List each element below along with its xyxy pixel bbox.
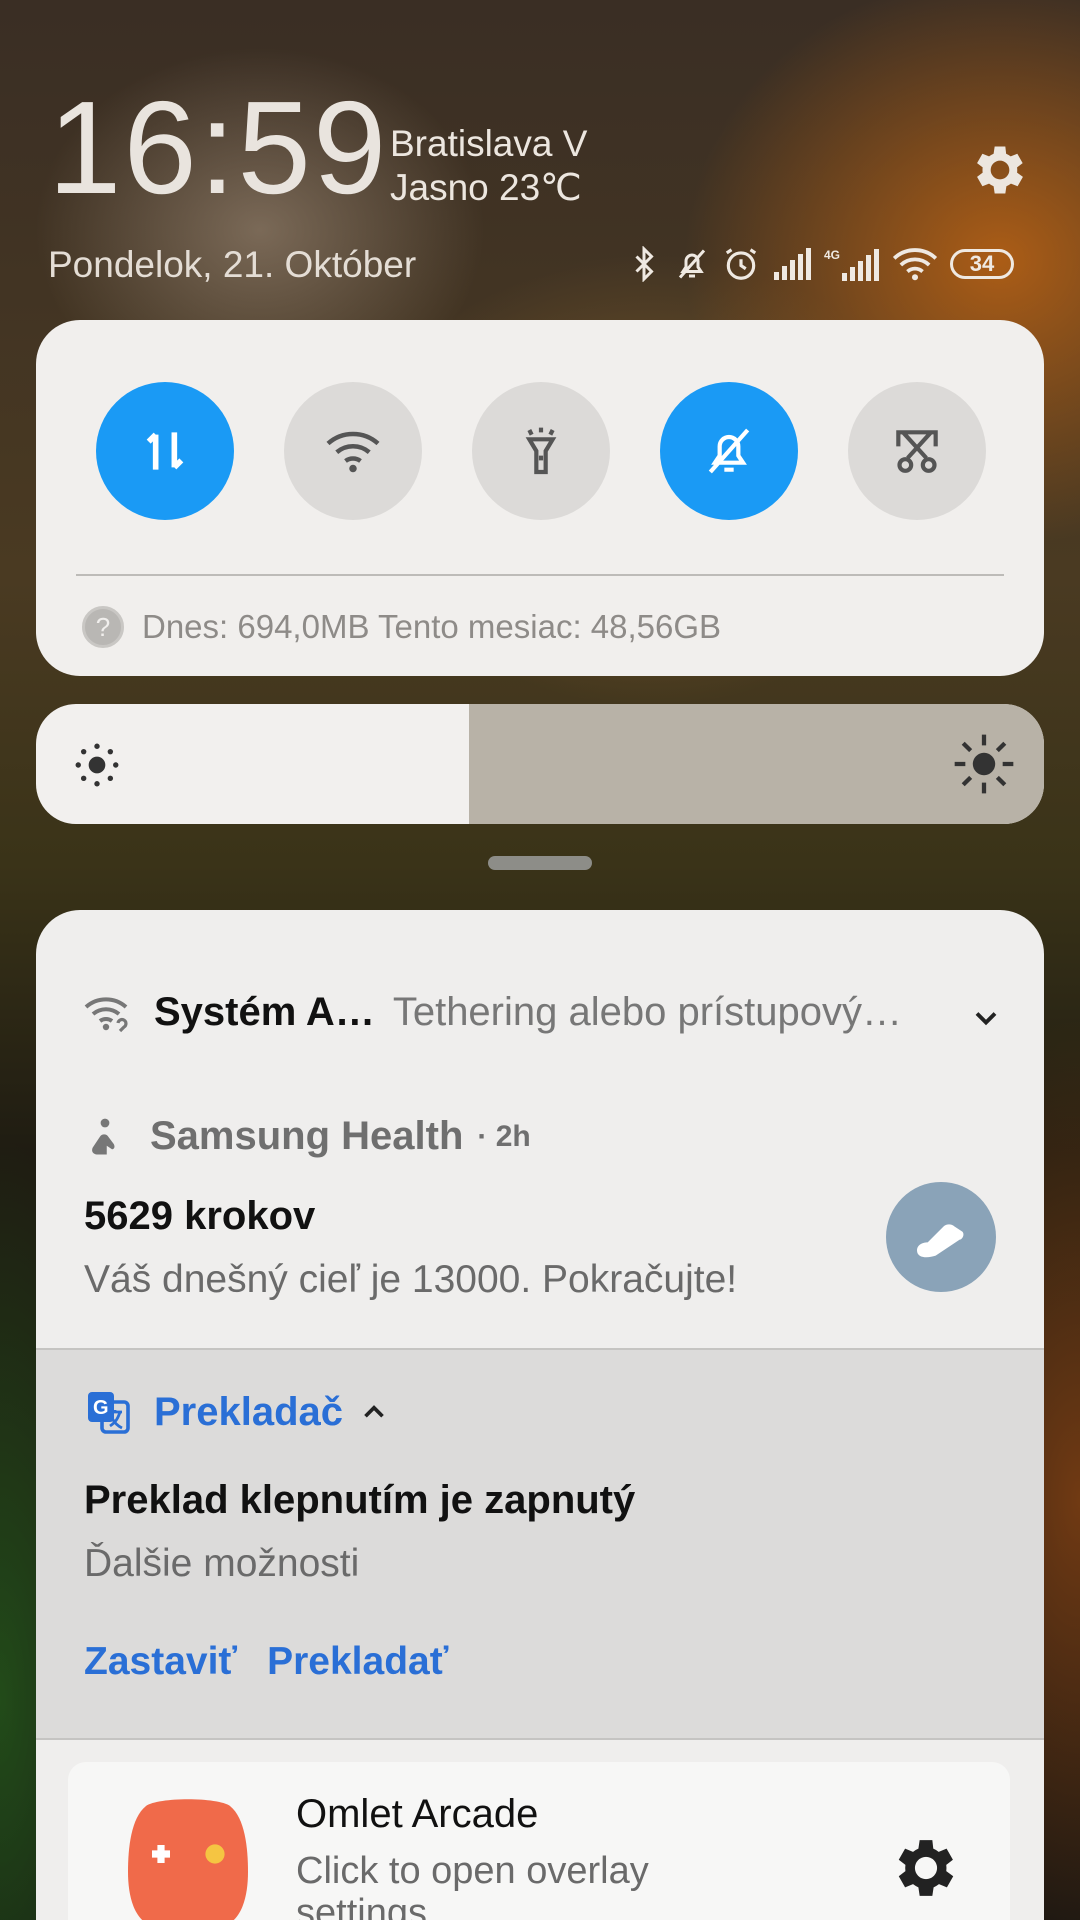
translate-icon: G [88, 1392, 130, 1434]
date-label[interactable]: Pondelok, 21. Október [48, 244, 416, 286]
battery-icon: 34 [950, 249, 1014, 279]
data-usage-row[interactable]: ? Dnes: 694,0MB Tento mesiac: 48,56GB [82, 606, 721, 648]
toggle-wifi[interactable] [284, 382, 422, 520]
flashlight-icon [525, 427, 557, 475]
notification-title: Preklad klepnutím je zapnutý [84, 1478, 636, 1522]
notification-body: Ďalšie možnosti [84, 1542, 360, 1585]
weather-info[interactable]: Bratislava V Jasno 23℃ [390, 122, 587, 210]
wifi-icon [892, 248, 938, 281]
samsung-health-icon [92, 1118, 115, 1154]
notification-health-header[interactable]: Samsung Health · 2h [84, 1114, 531, 1159]
clock[interactable]: 16:59 [48, 82, 388, 214]
toggle-mute[interactable] [660, 382, 798, 520]
4g-signal-icon: 4G [824, 248, 879, 281]
help-icon: ? [82, 606, 124, 648]
weather-condition: Jasno 23℃ [390, 167, 582, 208]
omlet-arcade-logo [128, 1799, 248, 1920]
svg-text:G: G [93, 1397, 109, 1419]
quick-settings-panel: ? Dnes: 694,0MB Tento mesiac: 48,56GB [36, 320, 1044, 676]
notification-translate-header[interactable]: G Prekladač [84, 1388, 391, 1436]
gear-icon[interactable] [888, 1830, 964, 1906]
brightness-high-icon [954, 734, 1014, 794]
toggle-flashlight[interactable] [472, 382, 610, 520]
chevron-up-icon[interactable] [357, 1395, 391, 1429]
toggle-screenshot[interactable] [848, 382, 986, 520]
toggle-mobile-data[interactable] [96, 382, 234, 520]
notification-hotspot[interactable]: Systém A… Tethering alebo prístupový… [84, 990, 1014, 1035]
notification-panel: Systém A… Tethering alebo prístupový… Sa… [36, 910, 1044, 1920]
brightness-slider[interactable] [36, 704, 1044, 824]
screenshot-icon [896, 430, 938, 473]
bluetooth-icon [635, 246, 654, 282]
translate-button[interactable]: Prekladať [267, 1640, 448, 1684]
mute-icon [708, 428, 750, 474]
notification-actions: Zastaviť Prekladať [84, 1640, 448, 1684]
svg-text:4G: 4G [824, 248, 840, 262]
notification-large-icon [886, 1182, 996, 1292]
notification-title[interactable]: 5629 krokov [84, 1194, 315, 1239]
drag-handle[interactable] [488, 856, 592, 870]
wifi-icon [326, 431, 380, 473]
notification-app-name: Omlet Arcade [296, 1792, 539, 1836]
status-bar: 4G 34 [626, 244, 1014, 284]
mobile-data-icon [146, 432, 184, 470]
settings-button[interactable] [968, 138, 1032, 202]
notification-app-name: Prekladač [154, 1389, 344, 1434]
notification-translate[interactable]: G Prekladač Preklad klepnutím je zapnutý… [36, 1348, 1044, 1740]
signal-icon [774, 248, 811, 280]
notification-time: · 2h [477, 1119, 531, 1153]
divider [76, 574, 1004, 576]
notification-body: Click to open overlay settings [296, 1850, 649, 1920]
shoe-icon [917, 1224, 964, 1258]
chevron-down-icon[interactable] [968, 1000, 1004, 1036]
stop-button[interactable]: Zastaviť [84, 1640, 237, 1684]
notification-app-name: Systém A… [154, 990, 375, 1034]
weather-location: Bratislava V [390, 123, 588, 164]
hotspot-icon [84, 996, 128, 1032]
mute-icon [678, 249, 706, 279]
notification-text: Tethering alebo prístupový… [392, 990, 903, 1034]
battery-level: 34 [969, 251, 995, 276]
notification-app-name: Samsung Health [150, 1114, 464, 1158]
brightness-low-icon [75, 743, 119, 787]
data-usage-text: Dnes: 694,0MB Tento mesiac: 48,56GB [142, 608, 722, 645]
notification-body[interactable]: Váš dnešný cieľ je 13000. Pokračujte! [84, 1258, 737, 1302]
notification-omlet[interactable]: Omlet Arcade Click to open overlay setti… [68, 1762, 1010, 1920]
gear-icon [977, 146, 1023, 194]
alarm-icon [725, 248, 757, 280]
